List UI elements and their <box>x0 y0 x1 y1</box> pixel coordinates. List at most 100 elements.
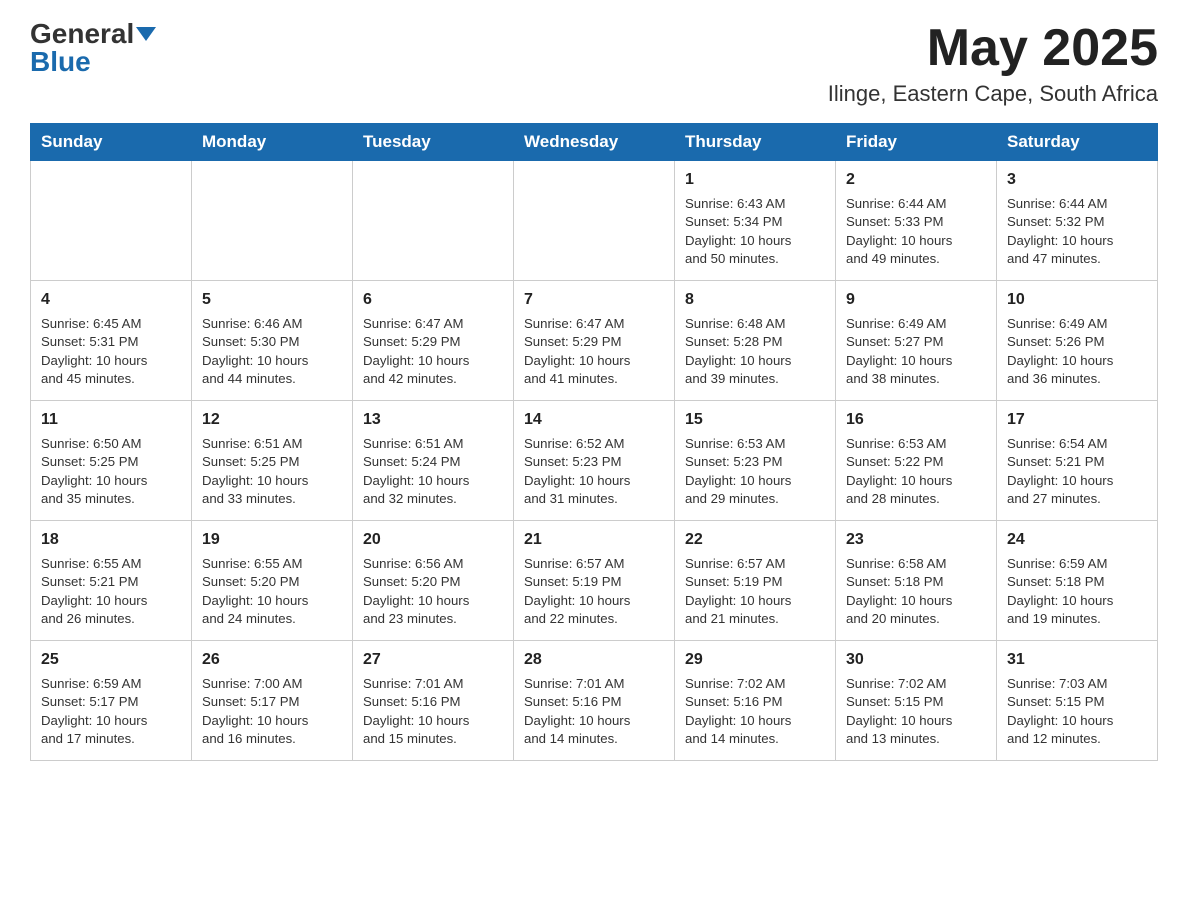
day-info: Sunrise: 7:02 AMSunset: 5:16 PMDaylight:… <box>685 675 825 749</box>
day-info: Sunrise: 6:55 AMSunset: 5:20 PMDaylight:… <box>202 555 342 629</box>
calendar-cell: 20Sunrise: 6:56 AMSunset: 5:20 PMDayligh… <box>353 521 514 641</box>
day-number: 7 <box>524 289 664 311</box>
day-number: 9 <box>846 289 986 311</box>
calendar-cell <box>514 161 675 281</box>
day-info: Sunrise: 6:58 AMSunset: 5:18 PMDaylight:… <box>846 555 986 629</box>
day-info: Sunrise: 7:01 AMSunset: 5:16 PMDaylight:… <box>524 675 664 749</box>
day-number: 29 <box>685 649 825 671</box>
day-info: Sunrise: 7:00 AMSunset: 5:17 PMDaylight:… <box>202 675 342 749</box>
day-info: Sunrise: 6:50 AMSunset: 5:25 PMDaylight:… <box>41 435 181 509</box>
day-number: 10 <box>1007 289 1147 311</box>
calendar-cell: 17Sunrise: 6:54 AMSunset: 5:21 PMDayligh… <box>997 401 1158 521</box>
title-block: May 2025 Ilinge, Eastern Cape, South Afr… <box>828 20 1158 107</box>
day-info: Sunrise: 6:44 AMSunset: 5:32 PMDaylight:… <box>1007 195 1147 269</box>
calendar-cell: 5 Sunrise: 6:46 AMSunset: 5:30 PMDaylight… <box>192 281 353 401</box>
calendar-cell: 21Sunrise: 6:57 AMSunset: 5:19 PMDayligh… <box>514 521 675 641</box>
day-number: 15 <box>685 409 825 431</box>
calendar-cell <box>353 161 514 281</box>
logo-general-text: General <box>30 20 134 48</box>
day-info: Sunrise: 6:59 AMSunset: 5:17 PMDaylight:… <box>41 675 181 749</box>
calendar-cell: 25Sunrise: 6:59 AMSunset: 5:17 PMDayligh… <box>31 641 192 761</box>
calendar-cell: 18Sunrise: 6:55 AMSunset: 5:21 PMDayligh… <box>31 521 192 641</box>
week-row-2: 4 Sunrise: 6:45 AMSunset: 5:31 PMDaylight… <box>31 281 1158 401</box>
day-number: 18 <box>41 529 181 551</box>
calendar-cell: 11 Sunrise: 6:50 AMSunset: 5:25 PMDayligh… <box>31 401 192 521</box>
day-number: 24 <box>1007 529 1147 551</box>
day-info: Sunrise: 6:54 AMSunset: 5:21 PMDaylight:… <box>1007 435 1147 509</box>
calendar-cell: 19 Sunrise: 6:55 AMSunset: 5:20 PMDayligh… <box>192 521 353 641</box>
day-number: 8 <box>685 289 825 311</box>
day-info: Sunrise: 6:48 AMSunset: 5:28 PMDaylight:… <box>685 315 825 389</box>
calendar-cell: 2 Sunrise: 6:44 AMSunset: 5:33 PMDaylight… <box>836 161 997 281</box>
week-row-1: 1 Sunrise: 6:43 AMSunset: 5:34 PMDaylight… <box>31 161 1158 281</box>
calendar-cell: 15 Sunrise: 6:53 AMSunset: 5:23 PMDayligh… <box>675 401 836 521</box>
week-row-3: 11 Sunrise: 6:50 AMSunset: 5:25 PMDayligh… <box>31 401 1158 521</box>
day-number: 1 <box>685 169 825 191</box>
calendar-cell: 23 Sunrise: 6:58 AMSunset: 5:18 PMDayligh… <box>836 521 997 641</box>
day-info: Sunrise: 6:53 AMSunset: 5:23 PMDaylight:… <box>685 435 825 509</box>
calendar-cell: 24 Sunrise: 6:59 AMSunset: 5:18 PMDayligh… <box>997 521 1158 641</box>
calendar-header-row: SundayMondayTuesdayWednesdayThursdayFrid… <box>31 124 1158 161</box>
day-info: Sunrise: 6:49 AMSunset: 5:26 PMDaylight:… <box>1007 315 1147 389</box>
calendar-header-saturday: Saturday <box>997 124 1158 161</box>
calendar-cell: 10 Sunrise: 6:49 AMSunset: 5:26 PMDayligh… <box>997 281 1158 401</box>
calendar-cell: 1 Sunrise: 6:43 AMSunset: 5:34 PMDaylight… <box>675 161 836 281</box>
day-number: 26 <box>202 649 342 671</box>
day-number: 31 <box>1007 649 1147 671</box>
calendar-cell: 13 Sunrise: 6:51 AMSunset: 5:24 PMDayligh… <box>353 401 514 521</box>
day-info: Sunrise: 6:44 AMSunset: 5:33 PMDaylight:… <box>846 195 986 269</box>
calendar-cell: 26 Sunrise: 7:00 AMSunset: 5:17 PMDayligh… <box>192 641 353 761</box>
day-info: Sunrise: 6:57 AMSunset: 5:19 PMDaylight:… <box>524 555 664 629</box>
logo-arrow-icon <box>136 27 156 41</box>
calendar-header-monday: Monday <box>192 124 353 161</box>
day-info: Sunrise: 6:47 AMSunset: 5:29 PMDaylight:… <box>363 315 503 389</box>
calendar-cell: 4 Sunrise: 6:45 AMSunset: 5:31 PMDaylight… <box>31 281 192 401</box>
day-number: 4 <box>41 289 181 311</box>
calendar-cell: 31 Sunrise: 7:03 AMSunset: 5:15 PMDayligh… <box>997 641 1158 761</box>
calendar-cell: 14Sunrise: 6:52 AMSunset: 5:23 PMDayligh… <box>514 401 675 521</box>
day-number: 13 <box>363 409 503 431</box>
week-row-5: 25Sunrise: 6:59 AMSunset: 5:17 PMDayligh… <box>31 641 1158 761</box>
calendar-cell: 30 Sunrise: 7:02 AMSunset: 5:15 PMDayligh… <box>836 641 997 761</box>
day-number: 23 <box>846 529 986 551</box>
calendar-cell <box>31 161 192 281</box>
day-number: 12 <box>202 409 342 431</box>
day-number: 5 <box>202 289 342 311</box>
calendar-cell: 8 Sunrise: 6:48 AMSunset: 5:28 PMDaylight… <box>675 281 836 401</box>
calendar-header-friday: Friday <box>836 124 997 161</box>
day-info: Sunrise: 6:46 AMSunset: 5:30 PMDaylight:… <box>202 315 342 389</box>
calendar-cell: 3Sunrise: 6:44 AMSunset: 5:32 PMDaylight… <box>997 161 1158 281</box>
calendar-table: SundayMondayTuesdayWednesdayThursdayFrid… <box>30 123 1158 761</box>
calendar-cell: 27Sunrise: 7:01 AMSunset: 5:16 PMDayligh… <box>353 641 514 761</box>
day-number: 28 <box>524 649 664 671</box>
day-info: Sunrise: 6:47 AMSunset: 5:29 PMDaylight:… <box>524 315 664 389</box>
calendar-header-thursday: Thursday <box>675 124 836 161</box>
calendar-header-wednesday: Wednesday <box>514 124 675 161</box>
calendar-header-tuesday: Tuesday <box>353 124 514 161</box>
day-info: Sunrise: 7:01 AMSunset: 5:16 PMDaylight:… <box>363 675 503 749</box>
day-number: 19 <box>202 529 342 551</box>
day-number: 11 <box>41 409 181 431</box>
logo: General Blue <box>30 20 156 76</box>
day-number: 22 <box>685 529 825 551</box>
calendar-cell: 6Sunrise: 6:47 AMSunset: 5:29 PMDaylight… <box>353 281 514 401</box>
day-info: Sunrise: 6:49 AMSunset: 5:27 PMDaylight:… <box>846 315 986 389</box>
day-number: 16 <box>846 409 986 431</box>
day-number: 2 <box>846 169 986 191</box>
day-info: Sunrise: 6:45 AMSunset: 5:31 PMDaylight:… <box>41 315 181 389</box>
calendar-cell: 16 Sunrise: 6:53 AMSunset: 5:22 PMDayligh… <box>836 401 997 521</box>
day-info: Sunrise: 6:57 AMSunset: 5:19 PMDaylight:… <box>685 555 825 629</box>
day-info: Sunrise: 6:51 AMSunset: 5:24 PMDaylight:… <box>363 435 503 509</box>
calendar-header-sunday: Sunday <box>31 124 192 161</box>
day-info: Sunrise: 7:03 AMSunset: 5:15 PMDaylight:… <box>1007 675 1147 749</box>
calendar-cell: 28 Sunrise: 7:01 AMSunset: 5:16 PMDayligh… <box>514 641 675 761</box>
day-info: Sunrise: 7:02 AMSunset: 5:15 PMDaylight:… <box>846 675 986 749</box>
day-info: Sunrise: 6:59 AMSunset: 5:18 PMDaylight:… <box>1007 555 1147 629</box>
day-info: Sunrise: 6:52 AMSunset: 5:23 PMDaylight:… <box>524 435 664 509</box>
day-info: Sunrise: 6:53 AMSunset: 5:22 PMDaylight:… <box>846 435 986 509</box>
calendar-cell: 7 Sunrise: 6:47 AMSunset: 5:29 PMDaylight… <box>514 281 675 401</box>
day-number: 20 <box>363 529 503 551</box>
day-info: Sunrise: 6:43 AMSunset: 5:34 PMDaylight:… <box>685 195 825 269</box>
day-number: 30 <box>846 649 986 671</box>
logo-blue-text: Blue <box>30 48 91 76</box>
